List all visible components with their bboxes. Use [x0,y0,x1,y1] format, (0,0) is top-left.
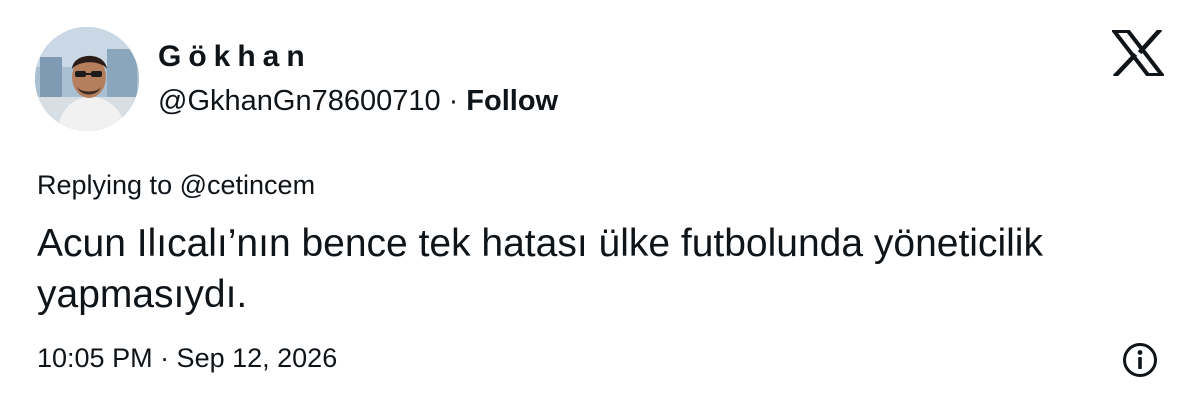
replying-to: Replying to @cetincem [37,168,315,202]
reply-mention-link[interactable]: @cetincem [180,170,315,200]
handle-row: @GkhanGn78600710 · Follow [158,83,558,119]
replying-to-label: Replying to [37,170,173,200]
avatar[interactable] [35,27,139,131]
tweet-text: Acun Ilıcalı’nın bence tek hatası ülke f… [37,222,1043,316]
info-circle-icon[interactable] [1121,341,1159,379]
tweet-timestamp[interactable]: 10:05 PM · Sep 12, 2026 [37,341,337,375]
x-logo-icon[interactable] [1112,30,1164,76]
handle-separator: · [448,85,459,117]
follow-button[interactable]: Follow [466,85,558,117]
user-handle[interactable]: @GkhanGn78600710 [158,85,441,117]
tweet-card: Gökhan @GkhanGn78600710 · Follow Replying … [0,0,1200,418]
avatar-photo [35,27,139,131]
display-name[interactable]: Gökhan [158,38,312,76]
